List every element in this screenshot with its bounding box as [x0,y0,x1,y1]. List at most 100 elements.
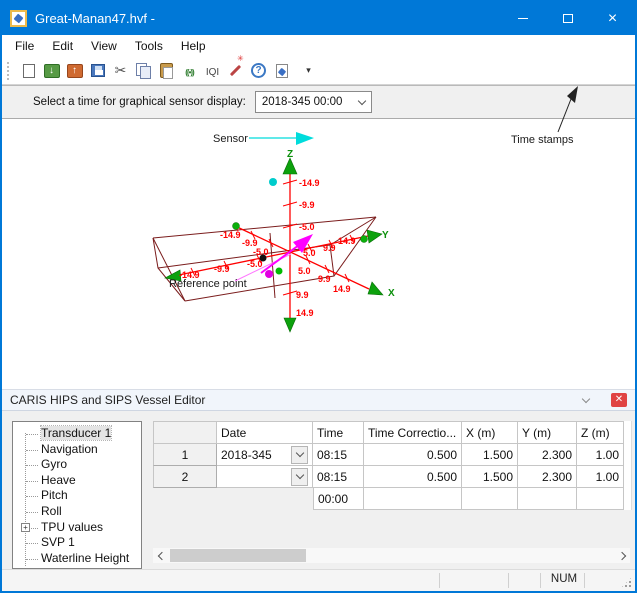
cell-r1-time_correction[interactable]: 0.500 [364,444,462,466]
paste-button[interactable] [155,60,178,82]
menu-view[interactable]: View [82,37,126,55]
panel-title: CARIS HIPS and SIPS Vessel Editor [10,393,583,407]
tree-item-heave[interactable]: Heave [13,473,141,489]
num-lock-indicator: NUM [546,573,582,585]
cell-r1-time[interactable]: 08:15 [313,444,364,466]
save-button[interactable] [86,60,109,82]
column-header-time_correction[interactable]: Time Correctio... [364,421,462,444]
menu-tools[interactable]: Tools [126,37,172,55]
toolbar-overflow-button[interactable] [297,60,320,82]
row-header-2[interactable]: 2 [153,466,217,488]
maximize-button[interactable] [545,2,590,35]
dock-spacer [2,381,635,389]
scroll-right-arrow[interactable] [616,548,630,563]
vessel-3d-viewport[interactable] [2,119,635,381]
cell-r3-time[interactable]: 00:00 [313,488,364,510]
tree-item-navigation[interactable]: Navigation [13,442,141,458]
cut-button[interactable] [109,60,132,82]
query-icon [206,62,219,80]
cell-r2-z[interactable]: 1.00 [577,466,624,488]
vessel-editor-button[interactable] [270,60,293,82]
tree-item-roll[interactable]: Roll [13,504,141,520]
cell-r1-x[interactable]: 1.500 [462,444,518,466]
help-icon [251,63,266,78]
column-header-y[interactable]: Y (m) [518,421,577,444]
vessel-editor-panel: Transducer 1 NavigationGyro HeavePitch Roll… [2,411,635,569]
menu-bar: FileEditViewToolsHelp [2,35,635,57]
antenna-icon [185,62,193,80]
tree-item-label: Gyro [41,457,67,471]
copy-button[interactable] [132,60,155,82]
tree-item-tpu-values[interactable]: + TPU values [13,520,141,536]
date-dropdown-button[interactable] [291,446,308,464]
sensor-time-bar: Select a time for graphical sensor displ… [2,85,635,119]
row-header-3 [153,488,217,510]
export-button[interactable] [63,60,86,82]
toolbar-grip[interactable] [7,62,12,80]
column-header-date[interactable]: Date [217,421,313,444]
tree-item-label: Navigation [41,442,98,456]
cell-r3-x[interactable] [462,488,518,510]
tree-item-label: Pitch [41,488,68,502]
expand-plus-icon[interactable]: + [21,523,30,532]
tree-item-pitch[interactable]: Pitch [13,488,141,504]
status-separator [439,573,440,588]
help-button[interactable] [247,60,270,82]
menu-file[interactable]: File [6,37,43,55]
app-icon [10,10,27,27]
tree-item-label: Roll [41,504,62,518]
new-document-button[interactable] [17,60,40,82]
scissors-icon [115,62,127,80]
cell-r1-y[interactable]: 2.300 [518,444,577,466]
cell-r2-time_correction[interactable]: 0.500 [364,466,462,488]
digitize-button[interactable] [224,60,247,82]
chevron-down-icon [295,471,303,479]
date-dropdown-button[interactable] [291,468,308,486]
window-title: Great-Manan47.hvf - [35,11,500,26]
title-bar[interactable]: Great-Manan47.hvf - × [2,2,635,35]
toolbar [2,57,635,85]
close-button[interactable]: × [590,2,635,35]
column-header-time[interactable]: Time [313,421,364,444]
minimize-icon [518,18,528,19]
menu-help[interactable]: Help [172,37,215,55]
tree-item-transducer-1[interactable]: Transducer 1 [13,426,141,442]
panel-menu-caret-icon[interactable] [582,394,590,402]
vessel-doc-icon [276,64,288,78]
menu-edit[interactable]: Edit [43,37,82,55]
tree-item-label: Transducer 1 [41,426,111,440]
cell-r3-z[interactable] [577,488,624,510]
scroll-left-arrow[interactable] [153,548,167,563]
clipboard-icon [160,63,173,78]
broadcast-button[interactable] [178,60,201,82]
column-header-x[interactable]: X (m) [462,421,518,444]
row-header-1[interactable]: 1 [153,444,217,466]
time-select-dropdown[interactable]: 2018-345 00:00 [255,91,372,113]
tree-item-svp-1[interactable]: SVP 1 [13,535,141,551]
cell-r3-time_correction[interactable] [364,488,462,510]
panel-close-button[interactable]: ✕ [611,393,627,407]
tree-item-gyro[interactable]: Gyro [13,457,141,473]
cell-r1-date[interactable]: 2018-345 [217,444,313,466]
scrollbar-thumb[interactable] [170,549,306,562]
grid-vertical-scrollbar[interactable] [624,421,632,510]
query-select-button[interactable] [201,60,224,82]
grid-horizontal-scrollbar[interactable] [153,548,630,563]
resize-grip[interactable] [620,576,633,589]
cell-r1-z[interactable]: 1.00 [577,444,624,466]
import-button[interactable] [40,60,63,82]
cell-r2-y[interactable]: 2.300 [518,466,577,488]
tree-item-waterline-height[interactable]: Waterline Height [13,551,141,567]
cell-r2-date[interactable] [217,466,313,488]
minimize-button[interactable] [500,2,545,35]
cell-r2-time[interactable]: 08:15 [313,466,364,488]
column-header-num[interactable] [153,421,217,444]
cell-r3-date [217,488,313,510]
sensor-time-label: Select a time for graphical sensor displ… [33,96,246,108]
export-icon [67,64,83,78]
tree-item-label: TPU values [41,520,103,534]
column-header-z[interactable]: Z (m) [577,421,624,444]
vessel-editor-panel-header[interactable]: CARIS HIPS and SIPS Vessel Editor ✕ [2,389,635,411]
cell-r2-x[interactable]: 1.500 [462,466,518,488]
cell-r3-y[interactable] [518,488,577,510]
